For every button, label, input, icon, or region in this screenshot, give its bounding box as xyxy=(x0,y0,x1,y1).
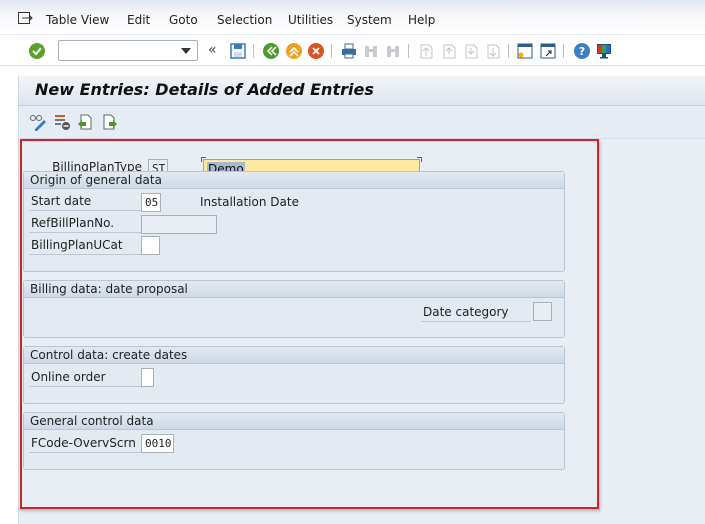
group-title: Billing data: date proposal xyxy=(24,281,564,298)
menu-bar: Table View Edit Goto Selection Utilities… xyxy=(0,0,705,34)
ref-bill-plan-no-label: RefBillPlanNo. xyxy=(29,215,141,233)
previous-entry-icon[interactable] xyxy=(76,113,94,131)
create-session-icon[interactable] xyxy=(516,42,534,60)
start-date-label: Start date xyxy=(29,193,141,211)
group-title: General control data xyxy=(24,413,564,430)
find-next-icon[interactable] xyxy=(384,42,402,60)
print-icon[interactable] xyxy=(340,42,358,60)
online-order-label: Online order xyxy=(29,369,141,387)
last-page-icon[interactable] xyxy=(484,42,502,60)
application-toolbar xyxy=(19,107,705,139)
menu-help[interactable]: Help xyxy=(408,13,435,27)
date-category-label: Date category xyxy=(421,304,531,322)
save-icon[interactable] xyxy=(229,42,247,60)
fcode-overvscrn-field[interactable]: 0010 xyxy=(141,434,174,453)
group-title: Control data: create dates xyxy=(24,347,564,364)
command-field[interactable] xyxy=(58,40,198,61)
standard-toolbar: « ? xyxy=(0,34,705,66)
menu-utilities[interactable]: Utilities xyxy=(288,13,333,27)
screen-area: New Entries: Details of Added Entries Bi… xyxy=(18,76,705,524)
title-bar: New Entries: Details of Added Entries xyxy=(19,76,705,106)
menu-table-view[interactable]: Table View xyxy=(46,13,109,27)
back-icon[interactable] xyxy=(262,42,280,60)
next-entry-icon[interactable] xyxy=(101,113,119,131)
menu-goto[interactable]: Goto xyxy=(169,13,198,27)
previous-page-icon[interactable] xyxy=(440,42,458,60)
display-change-icon[interactable] xyxy=(29,113,47,131)
help-icon[interactable]: ? xyxy=(573,42,591,60)
start-date-field[interactable]: 05 xyxy=(141,193,161,212)
date-category-field[interactable] xyxy=(533,302,552,321)
back-double-arrow-icon[interactable]: « xyxy=(208,42,217,58)
online-order-checkbox[interactable] xyxy=(141,368,154,387)
page-title: New Entries: Details of Added Entries xyxy=(35,80,374,99)
enter-icon[interactable] xyxy=(28,42,46,60)
next-page-icon[interactable] xyxy=(462,42,480,60)
exit-icon[interactable] xyxy=(285,42,303,60)
billing-plan-ucat-field[interactable] xyxy=(141,236,160,255)
fcode-overvscrn-label: FCode-OvervScrn xyxy=(29,435,141,453)
group-title: Origin of general data xyxy=(24,172,564,189)
find-icon[interactable] xyxy=(362,42,380,60)
cancel-icon[interactable] xyxy=(307,42,325,60)
menu-system[interactable]: System xyxy=(347,13,392,27)
svg-text:?: ? xyxy=(579,45,585,58)
customize-layout-icon[interactable] xyxy=(595,42,613,60)
ref-bill-plan-no-field[interactable] xyxy=(141,215,217,234)
first-page-icon[interactable] xyxy=(417,42,435,60)
menu-icon[interactable] xyxy=(18,12,33,24)
chevron-down-icon[interactable] xyxy=(181,48,191,54)
billing-plan-ucat-label: BillingPlanUCat xyxy=(29,237,141,255)
menu-selection[interactable]: Selection xyxy=(217,13,272,27)
shortcut-icon[interactable] xyxy=(539,42,557,60)
menu-edit[interactable]: Edit xyxy=(127,13,150,27)
delete-icon[interactable] xyxy=(53,113,71,131)
start-date-text: Installation Date xyxy=(200,195,299,209)
